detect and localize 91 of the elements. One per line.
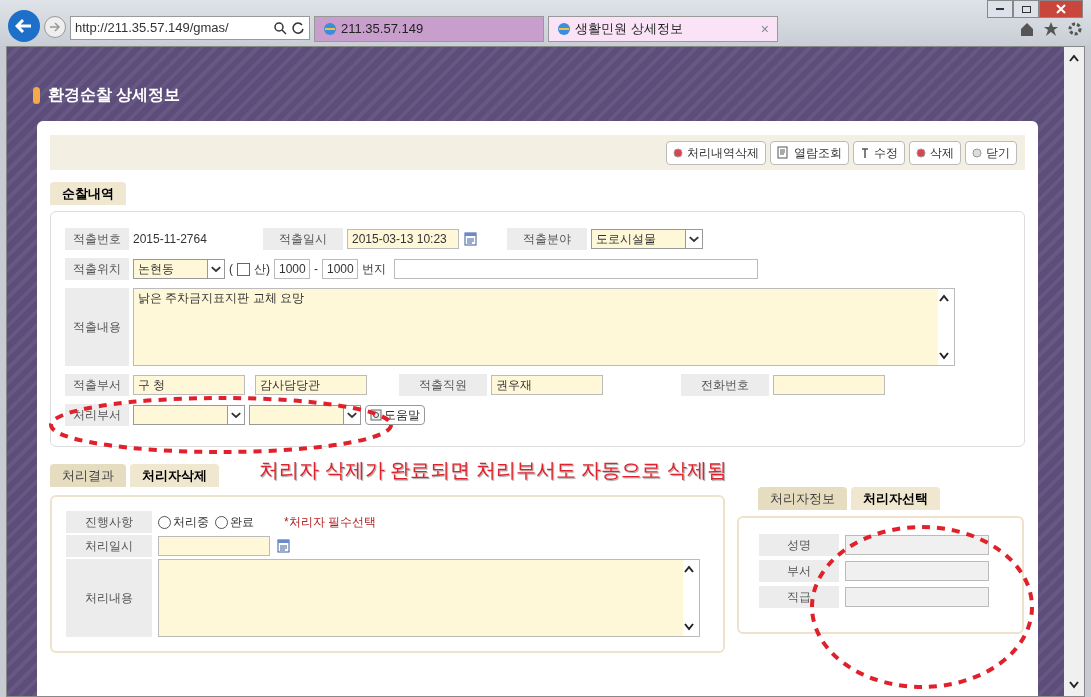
tab[interactable]: 순찰내역 — [50, 182, 126, 205]
textarea[interactable]: 낡은 주차금지표지판 교체 요망 — [133, 288, 955, 366]
caret-icon — [227, 406, 244, 424]
field-label: 처리일시 — [66, 535, 152, 557]
input-field[interactable]: 감사담당관 — [255, 375, 367, 395]
field-label: 적출내용 — [65, 288, 129, 366]
refresh-icon[interactable] — [291, 21, 305, 35]
input-field[interactable]: 권우재 — [491, 375, 603, 395]
field-label: 처리내용 — [66, 559, 152, 637]
help-button[interactable]: 도움말 — [365, 405, 425, 425]
input-field[interactable] — [773, 375, 885, 395]
radio-label: 완료 — [230, 514, 254, 531]
globe-icon — [557, 22, 571, 36]
field-label: 적출직원 — [399, 374, 487, 396]
minimize-button[interactable] — [987, 0, 1013, 18]
toolbar-button[interactable]: 닫기 — [965, 140, 1017, 165]
checkbox[interactable] — [237, 262, 250, 276]
page-title: 환경순찰 상세정보 — [48, 85, 181, 105]
field-label: 부서 — [759, 560, 839, 582]
settings-icon[interactable] — [1067, 21, 1083, 37]
checkbox-label: 산) — [254, 261, 270, 278]
help-icon — [370, 409, 382, 421]
dropdown[interactable] — [249, 405, 361, 425]
input-field[interactable]: 1000 — [274, 259, 310, 279]
input-field[interactable] — [158, 536, 270, 556]
scroll-down-icon[interactable] — [938, 351, 950, 361]
close-icon — [1056, 4, 1066, 14]
paren-text: ( — [229, 261, 233, 278]
tab[interactable]: 처리자삭제 — [130, 464, 219, 487]
delete-dot-icon — [916, 147, 926, 158]
document-icon — [777, 146, 790, 159]
field-label: 적출분야 — [507, 228, 587, 250]
input-field[interactable] — [845, 535, 989, 555]
back-button[interactable] — [8, 10, 40, 42]
scroll-down-icon[interactable] — [1068, 680, 1080, 690]
delete-dot-icon — [673, 147, 683, 158]
tab[interactable]: 처리결과 — [50, 464, 126, 487]
field-label: 진행사항 — [66, 511, 152, 533]
star-icon[interactable] — [1043, 21, 1059, 37]
caret-icon — [207, 260, 224, 278]
scrollbar[interactable] — [1064, 47, 1084, 696]
toolbar-button[interactable]: 열람조회 — [770, 140, 849, 165]
search-icon[interactable] — [273, 21, 287, 35]
field-value: 2015-11-2764 — [133, 231, 208, 248]
toolbar-button[interactable]: 수정 — [853, 140, 905, 165]
input-field[interactable] — [845, 587, 989, 607]
field-label: 적출위치 — [65, 258, 129, 280]
field-label: 적출일시 — [263, 228, 343, 250]
home-icon[interactable] — [1019, 21, 1035, 37]
required-note: *처리자 필수선택 — [284, 514, 376, 531]
scroll-up-icon[interactable] — [683, 564, 695, 574]
field-label: 처리부서 — [65, 404, 129, 426]
field-label: 전화번호 — [681, 374, 769, 396]
browser-tab[interactable]: 211.35.57.149 — [314, 16, 544, 42]
toolbar-button[interactable]: 삭제 — [909, 140, 961, 165]
tab[interactable]: 처리자정보 — [758, 487, 847, 510]
calendar-icon[interactable] — [463, 231, 479, 247]
field-label: 적출부서 — [65, 374, 129, 396]
radio-button[interactable] — [215, 515, 228, 529]
scroll-up-icon[interactable] — [1068, 53, 1080, 63]
radio-label: 처리중 — [173, 514, 209, 531]
scroll-down-icon[interactable] — [683, 622, 695, 632]
tab[interactable]: 처리자선택 — [851, 487, 940, 510]
calendar-icon[interactable] — [276, 538, 292, 554]
close-window-button[interactable] — [1039, 0, 1083, 18]
browser-tab[interactable]: 생활민원 상세정보 × — [548, 16, 778, 42]
arrow-left-icon — [15, 18, 33, 34]
address-bar[interactable]: http://211.35.57.149/gmas/ — [70, 16, 310, 40]
unit-text: 번지 — [362, 261, 386, 278]
input-field[interactable]: 2015-03-13 10:23 — [347, 229, 459, 249]
radio-button[interactable] — [158, 515, 171, 529]
dash-text: - — [314, 261, 318, 278]
dropdown[interactable] — [133, 405, 245, 425]
scroll-up-icon[interactable] — [938, 293, 950, 303]
dropdown[interactable]: 도로시설물 — [591, 229, 703, 249]
arrow-right-icon — [49, 22, 61, 32]
caret-icon — [685, 230, 702, 248]
dropdown[interactable]: 논현동 — [133, 259, 225, 279]
input-field[interactable] — [845, 561, 989, 581]
input-field[interactable]: 1000 — [322, 259, 358, 279]
maximize-button[interactable] — [1013, 0, 1039, 18]
input-field[interactable] — [394, 259, 758, 279]
globe-icon — [323, 22, 337, 36]
annotation-text: 처리자 삭제가 완료되면 처리부서도 자동으로 삭제됨 — [259, 458, 727, 483]
field-label: 적출번호 — [65, 228, 129, 250]
close-dot-icon — [972, 147, 982, 158]
input-field[interactable]: 구 청 — [133, 375, 245, 395]
toolbar-button[interactable]: 처리내역삭제 — [666, 140, 766, 165]
field-label: 성명 — [759, 534, 839, 556]
title-marker-icon — [33, 86, 40, 104]
field-label: 직급 — [759, 586, 839, 608]
